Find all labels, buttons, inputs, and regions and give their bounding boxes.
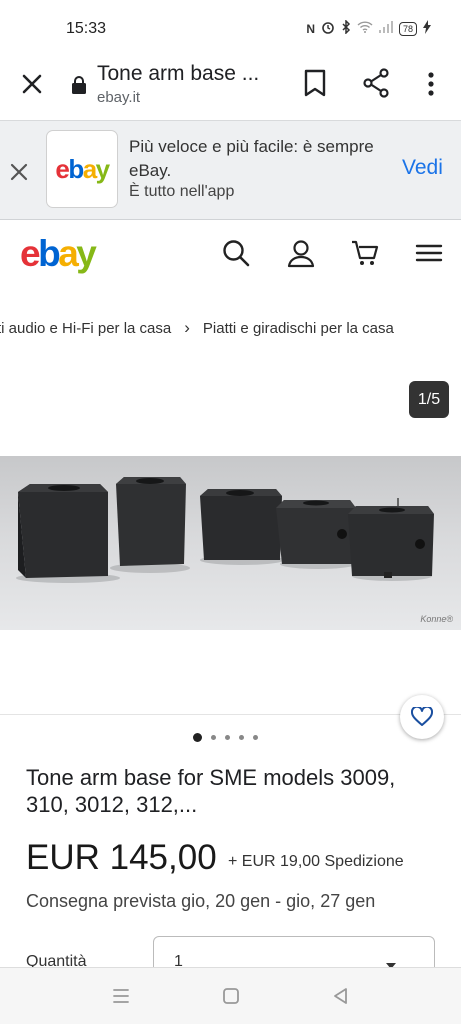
carousel-dot[interactable] [211, 735, 216, 740]
status-time: 15:33 [66, 20, 107, 37]
ebay-header: ebay [0, 221, 461, 291]
bluetooth-icon [341, 19, 351, 37]
status-icons: N 78 [306, 19, 431, 37]
open-app-button[interactable]: Vedi [402, 156, 443, 180]
banner-subtext: È tutto nell'app [129, 183, 235, 200]
banner-message: Più veloce e più facile: è sempre eBay. [129, 137, 374, 180]
ebay-app-logo: ebay [46, 130, 118, 208]
cart-icon[interactable] [350, 238, 380, 268]
close-tab-icon[interactable] [18, 70, 46, 98]
browser-toolbar: Tone arm base ... ebay.it [0, 58, 461, 120]
menu-icon[interactable] [414, 238, 444, 268]
heart-icon [411, 707, 433, 726]
signal-icon [378, 21, 393, 36]
product-price: EUR 145,00 [26, 838, 217, 877]
system-navigation-bar [0, 967, 461, 1024]
more-options-icon[interactable] [420, 70, 442, 98]
product-title: Tone arm base for SME models 3009, 310, … [26, 765, 396, 817]
home-icon[interactable] [221, 986, 241, 1006]
status-bar: 15:33 N 78 [0, 0, 461, 58]
photo-watermark: Konne® [420, 614, 453, 624]
shipping-cost: + EUR 19,00 Spedizione [228, 853, 404, 870]
nfc-icon: N [306, 21, 315, 36]
share-icon[interactable] [362, 68, 390, 98]
carousel-dot[interactable] [193, 733, 202, 742]
back-icon[interactable] [331, 986, 351, 1006]
breadcrumb: ti audio e Hi-Fi per la casa › Piatti e gi… [0, 318, 394, 338]
battery-icon: 78 [398, 21, 417, 36]
add-to-watchlist-button[interactable] [400, 695, 444, 739]
image-counter: 1/5 [409, 381, 449, 418]
page-domain[interactable]: ebay.it [97, 89, 140, 106]
user-icon[interactable] [286, 238, 316, 268]
breadcrumb-item[interactable]: Piatti e giradischi per la casa [203, 320, 394, 337]
carousel-dot[interactable] [239, 735, 244, 740]
product-image[interactable]: Konne® [0, 456, 461, 630]
ebay-logo-small: ebay [55, 153, 110, 184]
search-icon[interactable] [221, 238, 251, 268]
breadcrumb-item[interactable]: ti audio e Hi-Fi per la casa [0, 320, 171, 337]
alarm-icon [321, 20, 335, 37]
divider [0, 714, 461, 715]
wifi-icon [357, 21, 373, 36]
page-title[interactable]: Tone arm base ... [97, 62, 259, 86]
carousel-indicator [193, 733, 258, 742]
lock-icon [72, 76, 86, 94]
chevron-right-icon: › [184, 318, 190, 337]
dismiss-banner-icon[interactable] [7, 160, 31, 184]
recent-apps-icon[interactable] [111, 986, 131, 1006]
carousel-dot[interactable] [253, 735, 258, 740]
bookmark-icon[interactable] [302, 69, 328, 97]
carousel-dot[interactable] [225, 735, 230, 740]
app-install-banner: ebay Più veloce e più facile: è sempre e… [0, 120, 461, 220]
tone-arm-bases-illustration [16, 477, 434, 583]
delivery-estimate: Consegna prevista gio, 20 gen - gio, 27 … [26, 891, 376, 911]
ebay-logo[interactable]: ebay [20, 233, 97, 275]
charging-icon [423, 20, 431, 37]
